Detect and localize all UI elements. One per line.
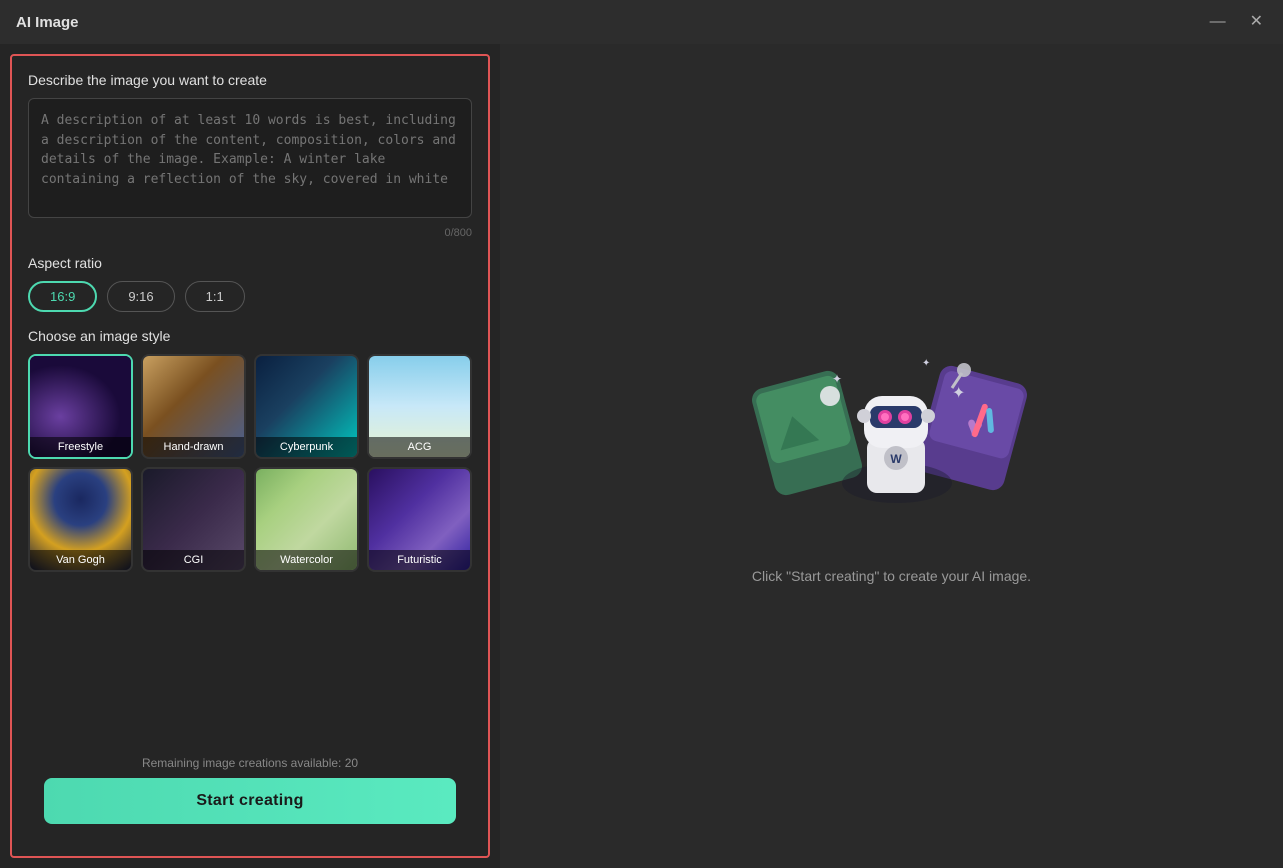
aspect-ratio-label: Aspect ratio <box>28 255 472 271</box>
style-vangogh-label: Van Gogh <box>30 550 131 570</box>
description-input[interactable] <box>28 98 472 218</box>
style-cyberpunk[interactable]: Cyberpunk <box>254 354 359 459</box>
char-count: 0/800 <box>28 227 472 239</box>
titlebar: AI Image — ✕ <box>0 0 1283 44</box>
style-freestyle-label: Freestyle <box>30 437 131 457</box>
aspect-btn-1-1[interactable]: 1:1 <box>185 281 245 312</box>
style-vangogh[interactable]: Van Gogh <box>28 467 133 572</box>
minimize-button[interactable]: — <box>1206 12 1230 32</box>
style-watercolor-label: Watercolor <box>256 550 357 570</box>
svg-text:✦: ✦ <box>832 372 842 386</box>
window-controls: — ✕ <box>1206 12 1267 32</box>
style-watercolor[interactable]: Watercolor <box>254 467 359 572</box>
main-content: Describe the image you want to create 0/… <box>0 44 1283 868</box>
style-handdrawn[interactable]: Hand-drawn <box>141 354 246 459</box>
aspect-btn-16-9[interactable]: 16:9 <box>28 281 97 312</box>
remaining-count: Remaining image creations available: 20 <box>142 756 358 770</box>
hint-text: Click "Start creating" to create your AI… <box>752 568 1031 584</box>
style-label: Choose an image style <box>28 328 472 344</box>
describe-section: Describe the image you want to create 0/… <box>28 72 472 239</box>
style-futuristic[interactable]: Futuristic <box>367 467 472 572</box>
svg-text:W: W <box>890 452 902 466</box>
start-creating-button[interactable]: Start creating <box>44 778 456 824</box>
style-handdrawn-label: Hand-drawn <box>143 437 244 457</box>
robot-illustration: ♥ W <box>742 328 1042 538</box>
style-acg[interactable]: ACG <box>367 354 472 459</box>
style-freestyle[interactable]: Freestyle <box>28 354 133 459</box>
style-futuristic-label: Futuristic <box>369 550 470 570</box>
robot-illustration-area: ♥ W <box>742 328 1042 538</box>
style-cgi-label: CGI <box>143 550 244 570</box>
style-section: Choose an image style Freestyle Hand-dra… <box>28 328 472 572</box>
window-title: AI Image <box>16 14 79 31</box>
style-cyberpunk-label: Cyberpunk <box>256 437 357 457</box>
style-cgi[interactable]: CGI <box>141 467 246 572</box>
app-window: AI Image — ✕ Describe the image you want… <box>0 0 1283 868</box>
describe-label: Describe the image you want to create <box>28 72 472 88</box>
bottom-bar: Remaining image creations available: 20 … <box>28 746 472 840</box>
aspect-buttons: 16:9 9:16 1:1 <box>28 281 472 312</box>
style-grid: Freestyle Hand-drawn Cyberpunk <box>28 354 472 572</box>
aspect-ratio-section: Aspect ratio 16:9 9:16 1:1 <box>28 255 472 312</box>
svg-text:✦: ✦ <box>952 385 965 402</box>
right-panel: ♥ W <box>500 44 1283 868</box>
close-button[interactable]: ✕ <box>1246 12 1267 32</box>
svg-text:✦: ✦ <box>922 358 930 369</box>
aspect-btn-9-16[interactable]: 9:16 <box>107 281 174 312</box>
style-acg-label: ACG <box>369 437 470 457</box>
left-panel: Describe the image you want to create 0/… <box>10 54 490 858</box>
